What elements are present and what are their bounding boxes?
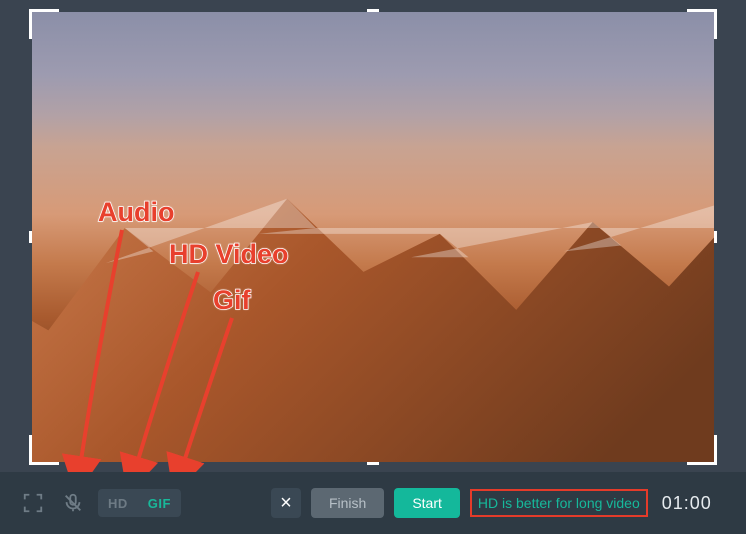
- resize-handle-top[interactable]: [367, 9, 379, 12]
- microphone-muted-icon[interactable]: [58, 488, 88, 518]
- mountain-ridge: [32, 170, 714, 463]
- capture-region[interactable]: [32, 12, 714, 462]
- resize-handle-left[interactable]: [29, 231, 32, 243]
- resize-handle-top-left[interactable]: [29, 9, 59, 39]
- format-tip: HD is better for long video: [470, 489, 648, 517]
- fullscreen-icon[interactable]: [18, 488, 48, 518]
- desktop-wallpaper: [32, 12, 714, 462]
- recorder-controlbar: HD GIF × Finish Start HD is better for l…: [0, 472, 746, 534]
- finish-button[interactable]: Finish: [311, 488, 384, 518]
- toggle-gif[interactable]: GIF: [138, 489, 181, 517]
- close-icon: ×: [280, 493, 292, 513]
- resize-handle-right[interactable]: [714, 231, 717, 243]
- recording-timer: 01:00: [662, 493, 712, 514]
- resize-handle-bottom[interactable]: [367, 462, 379, 465]
- resize-handle-top-right[interactable]: [687, 9, 717, 39]
- toggle-hd[interactable]: HD: [98, 489, 138, 517]
- close-button[interactable]: ×: [271, 488, 301, 518]
- format-toggle: HD GIF: [98, 489, 181, 517]
- resize-handle-bottom-right[interactable]: [687, 435, 717, 465]
- start-button[interactable]: Start: [394, 488, 460, 518]
- resize-handle-bottom-left[interactable]: [29, 435, 59, 465]
